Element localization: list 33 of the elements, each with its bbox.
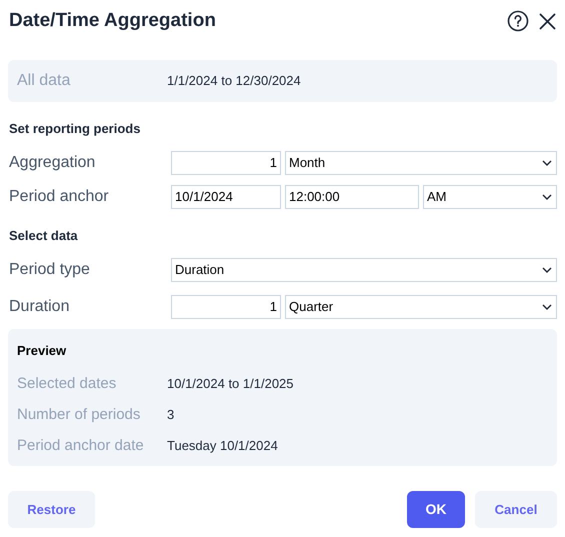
field-label: Period type <box>8 260 91 280</box>
input-field[interactable]: 1 <box>171 150 281 174</box>
close-icon[interactable] <box>539 12 556 30</box>
select-field[interactable]: Month <box>285 150 557 174</box>
select-field[interactable]: Duration <box>171 258 557 282</box>
preview-value: 10/1/2024 to 1/1/2025 <box>167 375 294 394</box>
field-label: Duration <box>8 297 70 317</box>
cancel-button[interactable]: Cancel <box>475 491 557 528</box>
input-field[interactable]: 10/1/2024 <box>171 184 281 208</box>
preview-value: Tuesday 10/1/2024 <box>167 437 278 456</box>
help-icon[interactable] <box>507 10 529 32</box>
select-field[interactable]: AM <box>423 184 557 208</box>
chevron-down-icon <box>542 304 552 310</box>
restore-button[interactable]: Restore <box>8 491 95 528</box>
preview-heading: Preview <box>17 342 68 360</box>
ok-button[interactable]: OK <box>407 491 465 528</box>
section-heading: Set reporting periods <box>8 120 142 138</box>
chevron-down-icon <box>542 194 552 200</box>
summary-value: 1/1/2024 to 12/30/2024 <box>167 72 301 90</box>
input-field[interactable]: 12:00:00 <box>285 184 419 208</box>
section-heading: Select data <box>8 226 79 244</box>
dialog-title: Date/Time Aggregation <box>8 8 216 33</box>
chevron-down-icon <box>542 160 552 166</box>
preview-value: 3 <box>167 406 174 424</box>
summary-label: All data <box>17 71 72 91</box>
input-field[interactable]: 1 <box>171 295 281 319</box>
preview-label: Period anchor date <box>17 436 145 456</box>
preview-label: Number of periods <box>17 404 142 425</box>
field-label: Aggregation <box>8 152 96 172</box>
chevron-down-icon <box>542 267 552 273</box>
field-label: Period anchor <box>8 186 110 206</box>
select-field[interactable]: Quarter <box>285 295 557 319</box>
preview-label: Selected dates <box>17 374 118 394</box>
